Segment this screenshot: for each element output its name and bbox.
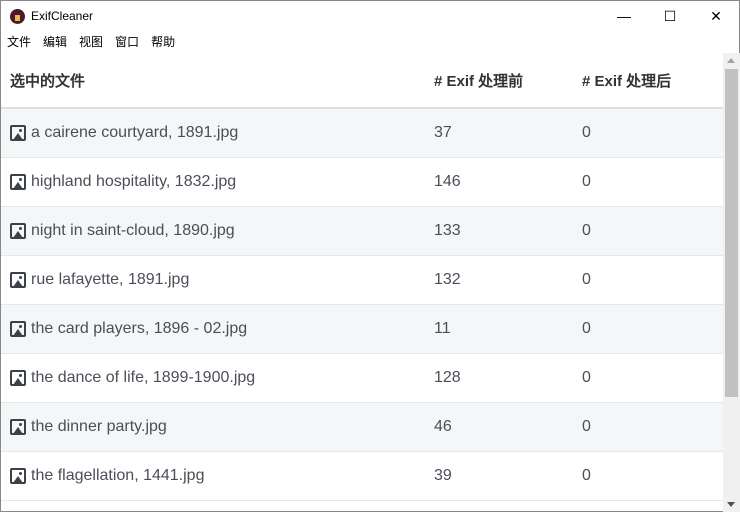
table-row[interactable]: the card players, 1896 - 02.jpg 11 0 bbox=[1, 305, 723, 354]
file-cell: rue lafayette, 1891.jpg bbox=[1, 271, 426, 289]
scroll-up-icon[interactable] bbox=[727, 58, 735, 63]
exif-after: 0 bbox=[582, 173, 591, 190]
image-icon bbox=[10, 174, 26, 190]
menu-edit[interactable]: 编辑 bbox=[37, 31, 73, 53]
exif-after: 0 bbox=[582, 467, 591, 484]
exif-after: 0 bbox=[582, 271, 591, 288]
exif-after: 0 bbox=[582, 320, 591, 337]
image-icon bbox=[10, 223, 26, 239]
maximize-button[interactable]: ☐ bbox=[647, 1, 693, 31]
image-icon bbox=[10, 125, 26, 141]
table-row[interactable]: highland hospitality, 1832.jpg 146 0 bbox=[1, 158, 723, 207]
files-table: 选中的文件 # Exif 处理前 # Exif 处理后 a cairene co… bbox=[1, 53, 723, 501]
exif-before: 11 bbox=[434, 320, 451, 337]
file-name: the card players, 1896 - 02.jpg bbox=[31, 320, 248, 337]
image-icon bbox=[10, 370, 26, 386]
file-cell: the card players, 1896 - 02.jpg bbox=[1, 320, 426, 338]
menu-help[interactable]: 帮助 bbox=[145, 31, 181, 53]
image-icon bbox=[10, 419, 26, 435]
exif-before: 146 bbox=[434, 173, 461, 190]
image-icon bbox=[10, 468, 26, 484]
file-name: the flagellation, 1441.jpg bbox=[31, 467, 205, 484]
table-row[interactable]: rue lafayette, 1891.jpg 132 0 bbox=[1, 256, 723, 305]
file-cell: highland hospitality, 1832.jpg bbox=[1, 173, 426, 191]
header-before: # Exif 处理前 bbox=[434, 72, 524, 90]
title-bar: ExifCleaner — ☐ ✕ bbox=[1, 1, 739, 31]
table-row[interactable]: the flagellation, 1441.jpg 39 0 bbox=[1, 452, 723, 501]
scroll-down-icon[interactable] bbox=[727, 502, 735, 507]
exif-after: 0 bbox=[582, 124, 591, 141]
image-icon bbox=[10, 321, 26, 337]
table-row[interactable]: night in saint-cloud, 1890.jpg 133 0 bbox=[1, 207, 723, 256]
file-name: rue lafayette, 1891.jpg bbox=[31, 271, 190, 288]
exif-before: 128 bbox=[434, 369, 461, 386]
scrollbar[interactable] bbox=[723, 53, 740, 512]
exif-before: 39 bbox=[434, 467, 452, 484]
app-logo-icon bbox=[10, 8, 25, 24]
table-header: 选中的文件 # Exif 处理前 # Exif 处理后 bbox=[1, 53, 723, 109]
minimize-button[interactable]: — bbox=[601, 1, 647, 31]
exif-before: 133 bbox=[434, 222, 461, 239]
exif-before: 46 bbox=[434, 418, 452, 435]
file-name: highland hospitality, 1832.jpg bbox=[31, 173, 237, 190]
exif-after: 0 bbox=[582, 418, 591, 435]
scrollbar-thumb[interactable] bbox=[725, 69, 738, 397]
file-cell: the dinner party.jpg bbox=[1, 418, 426, 436]
file-name: a cairene courtyard, 1891.jpg bbox=[31, 124, 239, 141]
image-icon bbox=[10, 272, 26, 288]
file-name: the dinner party.jpg bbox=[31, 418, 167, 435]
file-cell: the flagellation, 1441.jpg bbox=[1, 467, 426, 485]
menu-file[interactable]: 文件 bbox=[1, 31, 37, 53]
exif-before: 37 bbox=[434, 124, 452, 141]
file-cell: the dance of life, 1899-1900.jpg bbox=[1, 369, 426, 387]
exif-after: 0 bbox=[582, 369, 591, 386]
table-row[interactable]: a cairene courtyard, 1891.jpg 37 0 bbox=[1, 109, 723, 158]
file-name: the dance of life, 1899-1900.jpg bbox=[31, 369, 256, 386]
menu-view[interactable]: 视图 bbox=[73, 31, 109, 53]
menu-window[interactable]: 窗口 bbox=[109, 31, 145, 53]
menu-bar: 文件 编辑 视图 窗口 帮助 bbox=[1, 31, 181, 53]
table-row[interactable]: the dinner party.jpg 46 0 bbox=[1, 403, 723, 452]
file-name: night in saint-cloud, 1890.jpg bbox=[31, 222, 235, 239]
exif-before: 132 bbox=[434, 271, 461, 288]
header-after: # Exif 处理后 bbox=[582, 72, 672, 90]
file-cell: a cairene courtyard, 1891.jpg bbox=[1, 124, 426, 142]
header-file: 选中的文件 bbox=[10, 72, 86, 90]
exif-after: 0 bbox=[582, 222, 591, 239]
window-title: ExifCleaner bbox=[31, 9, 94, 23]
table-row[interactable]: the dance of life, 1899-1900.jpg 128 0 bbox=[1, 354, 723, 403]
close-button[interactable]: ✕ bbox=[693, 1, 739, 31]
file-cell: night in saint-cloud, 1890.jpg bbox=[1, 222, 426, 240]
